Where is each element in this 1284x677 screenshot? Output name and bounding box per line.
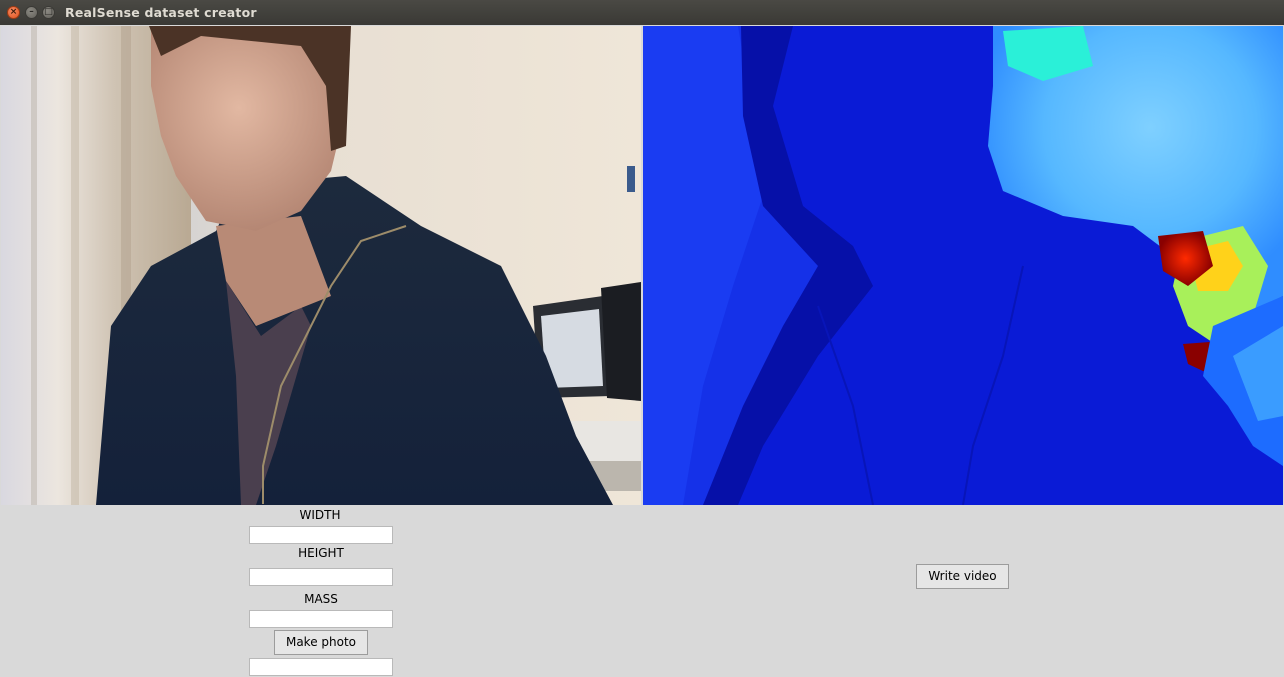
- height-input[interactable]: [249, 568, 393, 586]
- rgb-frame-image: [1, 26, 641, 505]
- mass-input[interactable]: [249, 610, 393, 628]
- width-input[interactable]: [249, 526, 393, 544]
- write-video-button[interactable]: Write video: [916, 564, 1009, 589]
- window-title: RealSense dataset creator: [65, 5, 257, 20]
- minimize-icon: –: [29, 7, 34, 17]
- width-label: WIDTH: [299, 508, 341, 522]
- window-titlebar: × – □ RealSense dataset creator: [0, 0, 1284, 25]
- depth-map-view: [643, 26, 1283, 505]
- result-input[interactable]: [249, 658, 393, 676]
- close-icon: ×: [9, 7, 18, 17]
- mass-label: MASS: [304, 592, 338, 606]
- window-maximize-button[interactable]: □: [42, 6, 55, 19]
- height-label: HEIGHT: [298, 546, 344, 560]
- make-photo-button[interactable]: Make photo: [274, 630, 368, 655]
- window-close-button[interactable]: ×: [7, 6, 20, 19]
- maximize-icon: □: [44, 7, 53, 17]
- rgb-camera-view: [1, 26, 641, 505]
- window-minimize-button[interactable]: –: [25, 6, 38, 19]
- depth-frame-image: [643, 26, 1283, 505]
